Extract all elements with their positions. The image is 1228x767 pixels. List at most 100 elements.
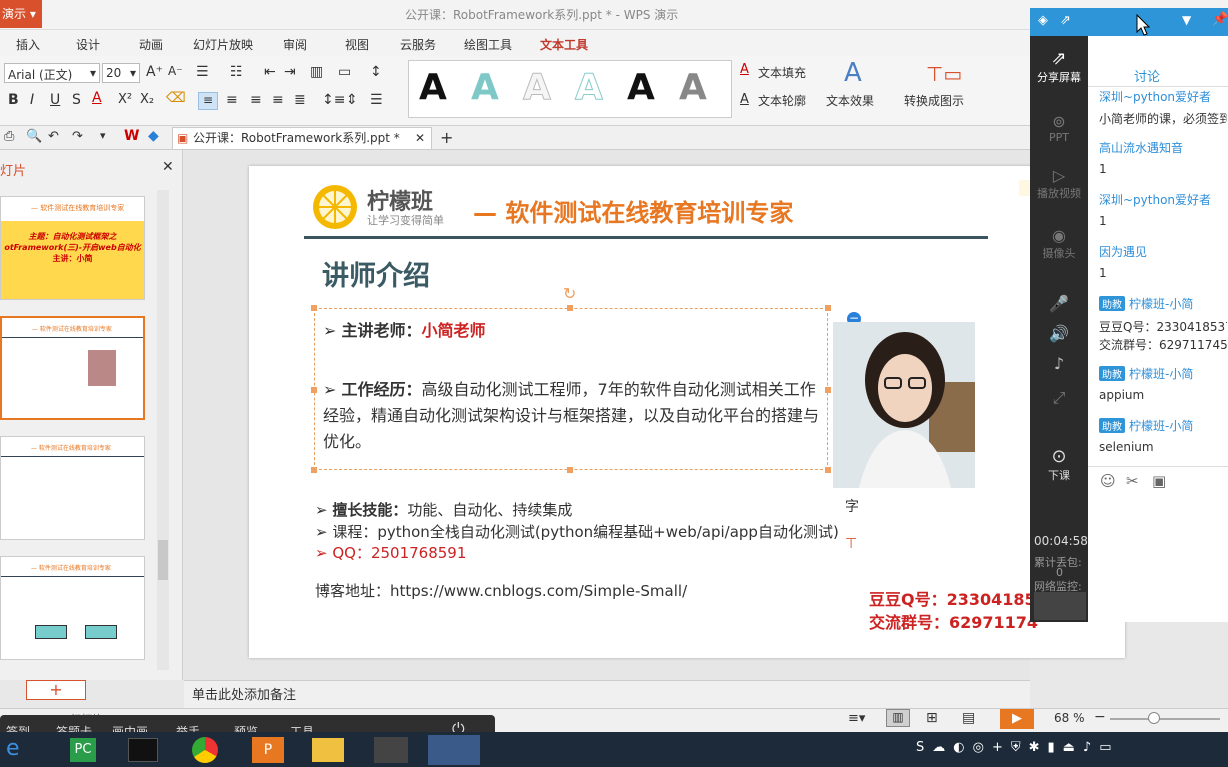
close-icon[interactable]: ✕: [415, 128, 425, 148]
normal-view-icon[interactable]: ▥: [886, 709, 910, 727]
tab-discussion[interactable]: 讨论: [1134, 66, 1160, 85]
terminal-icon[interactable]: [128, 738, 158, 762]
resize-handle[interactable]: [311, 467, 317, 473]
columns-icon[interactable]: ▥: [310, 64, 323, 80]
notes-pane[interactable]: 单击此处添加备注: [184, 680, 1030, 708]
distribute-icon[interactable]: ≣: [294, 92, 306, 108]
speaker-icon[interactable]: 🔊: [1030, 324, 1088, 343]
resize-handle[interactable]: [567, 467, 573, 473]
undo-icon[interactable]: ↶: [48, 129, 59, 144]
wps-icon[interactable]: W: [124, 128, 139, 144]
resize-handle[interactable]: [311, 387, 317, 393]
shadow-icon[interactable]: S: [72, 92, 81, 108]
justify-icon[interactable]: ≡: [272, 92, 284, 108]
tab-text-tools[interactable]: 文本工具: [540, 36, 588, 53]
text-direction-icon[interactable]: ↕: [370, 64, 382, 80]
tab-drawing-tools[interactable]: 绘图工具: [464, 36, 512, 53]
tab-animation[interactable]: 动画: [139, 36, 163, 53]
pin-icon[interactable]: 📌: [1212, 12, 1228, 27]
slideshow-play-icon[interactable]: ▶: [1000, 709, 1034, 729]
active-app-icon[interactable]: [428, 735, 480, 765]
text-outline-button[interactable]: 文本轮廓: [758, 92, 806, 109]
chevron-down-icon[interactable]: ▼: [1182, 13, 1191, 27]
resize-handle[interactable]: [825, 467, 831, 473]
style-outline-teal[interactable]: A: [575, 67, 604, 109]
arrow-icon[interactable]: ◈: [1038, 13, 1048, 28]
camera-item[interactable]: ◉ 摄像头: [1030, 226, 1088, 261]
music-icon[interactable]: ♪: [1030, 354, 1088, 373]
chevron-down-icon[interactable]: ▾: [100, 129, 106, 142]
scissors-icon[interactable]: ✂: [1126, 472, 1139, 490]
numbered-list-icon[interactable]: ☷: [230, 64, 243, 80]
slide[interactable]: 柠檬班 让学习变得简单 — 软件测试在线教育培训专家 讲师介绍 ➢ 主讲老师：小…: [249, 166, 1127, 658]
clear-format-icon[interactable]: ⌫: [166, 90, 186, 106]
convert-diagram-button[interactable]: 转换成图示: [904, 92, 964, 109]
scrollbar[interactable]: [157, 190, 169, 670]
zoom-slider[interactable]: [1110, 718, 1220, 720]
resize-handle[interactable]: [825, 305, 831, 311]
ppt-item[interactable]: ⊚ PPT: [1030, 112, 1088, 144]
align-left-icon[interactable]: ≡: [198, 92, 218, 110]
resize-handle[interactable]: [825, 387, 831, 393]
share-screen-item[interactable]: ⇗ 分享屏幕: [1030, 48, 1088, 85]
paragraph-spacing-icon[interactable]: ⇕: [346, 92, 358, 108]
zoom-out-icon[interactable]: −: [1094, 709, 1106, 725]
font-size-select[interactable]: 20 ▾: [102, 63, 140, 83]
document-tab[interactable]: ▣ 公开课：RobotFramework系列.ppt * ✕: [172, 127, 432, 149]
image-icon[interactable]: ▣: [1152, 472, 1166, 490]
align-center-icon[interactable]: ≡: [226, 92, 238, 108]
thumbnail-slide-20[interactable]: — 软件测试在线教育培训专家: [0, 316, 145, 420]
tab-slideshow[interactable]: 幻灯片放映: [193, 36, 253, 53]
system-tray-icons[interactable]: S☁◐◎+⛨✱▮⏏♪▭: [916, 740, 1120, 755]
app-icon[interactable]: [374, 737, 408, 763]
underline-icon[interactable]: U: [50, 92, 60, 108]
tab-insert[interactable]: 插入: [16, 36, 40, 53]
line-spacing-icon[interactable]: ↕≡: [322, 92, 345, 108]
notes-toggle-icon[interactable]: ≡▾: [848, 711, 865, 726]
style-bold-black[interactable]: A: [627, 67, 655, 108]
selected-text-box[interactable]: ➢ 主讲老师：小简老师 ➢ 工作经历：高级自动化测试工程师，7年的软件自动化测试…: [314, 308, 828, 470]
style-outline-light[interactable]: A: [523, 67, 552, 109]
text-box-icon[interactable]: ▭: [338, 64, 351, 80]
wps-presentation-icon[interactable]: P: [252, 737, 284, 763]
style-black[interactable]: A: [419, 67, 447, 108]
thumbnail-slide-19[interactable]: — 软件测试在线教育培训专家 主题：自动化测试框架之 otFramework(三…: [0, 196, 145, 300]
play-video-item[interactable]: ▷ 播放视频: [1030, 166, 1088, 201]
thumbnail-slide-22[interactable]: — 软件测试在线教育培训专家: [0, 556, 145, 660]
text-effect-button[interactable]: 文本效果: [826, 92, 874, 109]
style-teal[interactable]: A: [471, 67, 499, 108]
font-grow-icon[interactable]: A⁺: [146, 64, 163, 80]
fullscreen-icon[interactable]: ⤢: [1030, 388, 1088, 408]
align-right-icon[interactable]: ≡: [250, 92, 262, 108]
tab-cloud[interactable]: 云服务: [400, 36, 436, 53]
text-wrap-icon[interactable]: 字: [845, 496, 859, 516]
print-icon[interactable]: ⎙: [4, 129, 14, 144]
font-color-icon[interactable]: A: [92, 90, 102, 106]
scrollbar-thumb[interactable]: [158, 540, 168, 580]
explorer-icon[interactable]: [312, 738, 344, 762]
ie-icon[interactable]: e: [6, 736, 20, 761]
slide-sorter-icon[interactable]: ⊞: [926, 710, 938, 726]
chrome-icon[interactable]: [192, 737, 218, 763]
outdent-icon[interactable]: ⇤: [264, 64, 276, 80]
rotate-handle-icon[interactable]: ↻: [563, 284, 576, 303]
reading-view-icon[interactable]: ▤: [962, 710, 975, 726]
style-gray[interactable]: A: [679, 67, 707, 108]
tab-view[interactable]: 视图: [345, 36, 369, 53]
tab-review[interactable]: 审阅: [283, 36, 307, 53]
app-menu-button[interactable]: 演示 ▾: [0, 0, 42, 28]
resize-handle[interactable]: [311, 305, 317, 311]
mic-icon[interactable]: 🎤: [1030, 294, 1088, 313]
italic-icon[interactable]: I: [30, 92, 34, 108]
font-name-select[interactable]: Arial (正文) ▾: [4, 63, 100, 83]
close-icon[interactable]: ✕: [162, 159, 174, 175]
zoom-slider-handle[interactable]: [1148, 712, 1160, 724]
indent-icon[interactable]: ⇥: [284, 64, 296, 80]
font-shrink-icon[interactable]: A⁻: [168, 64, 183, 78]
thumbnail-slide-21[interactable]: — 软件测试在线教育培训专家: [0, 436, 145, 540]
share-icon[interactable]: ⇗: [1060, 13, 1071, 28]
paragraph-options-icon[interactable]: ☰: [370, 92, 383, 108]
new-tab-icon[interactable]: +: [440, 128, 453, 147]
tab-design[interactable]: 设计: [76, 36, 100, 53]
redo-icon[interactable]: ↷: [72, 129, 83, 144]
